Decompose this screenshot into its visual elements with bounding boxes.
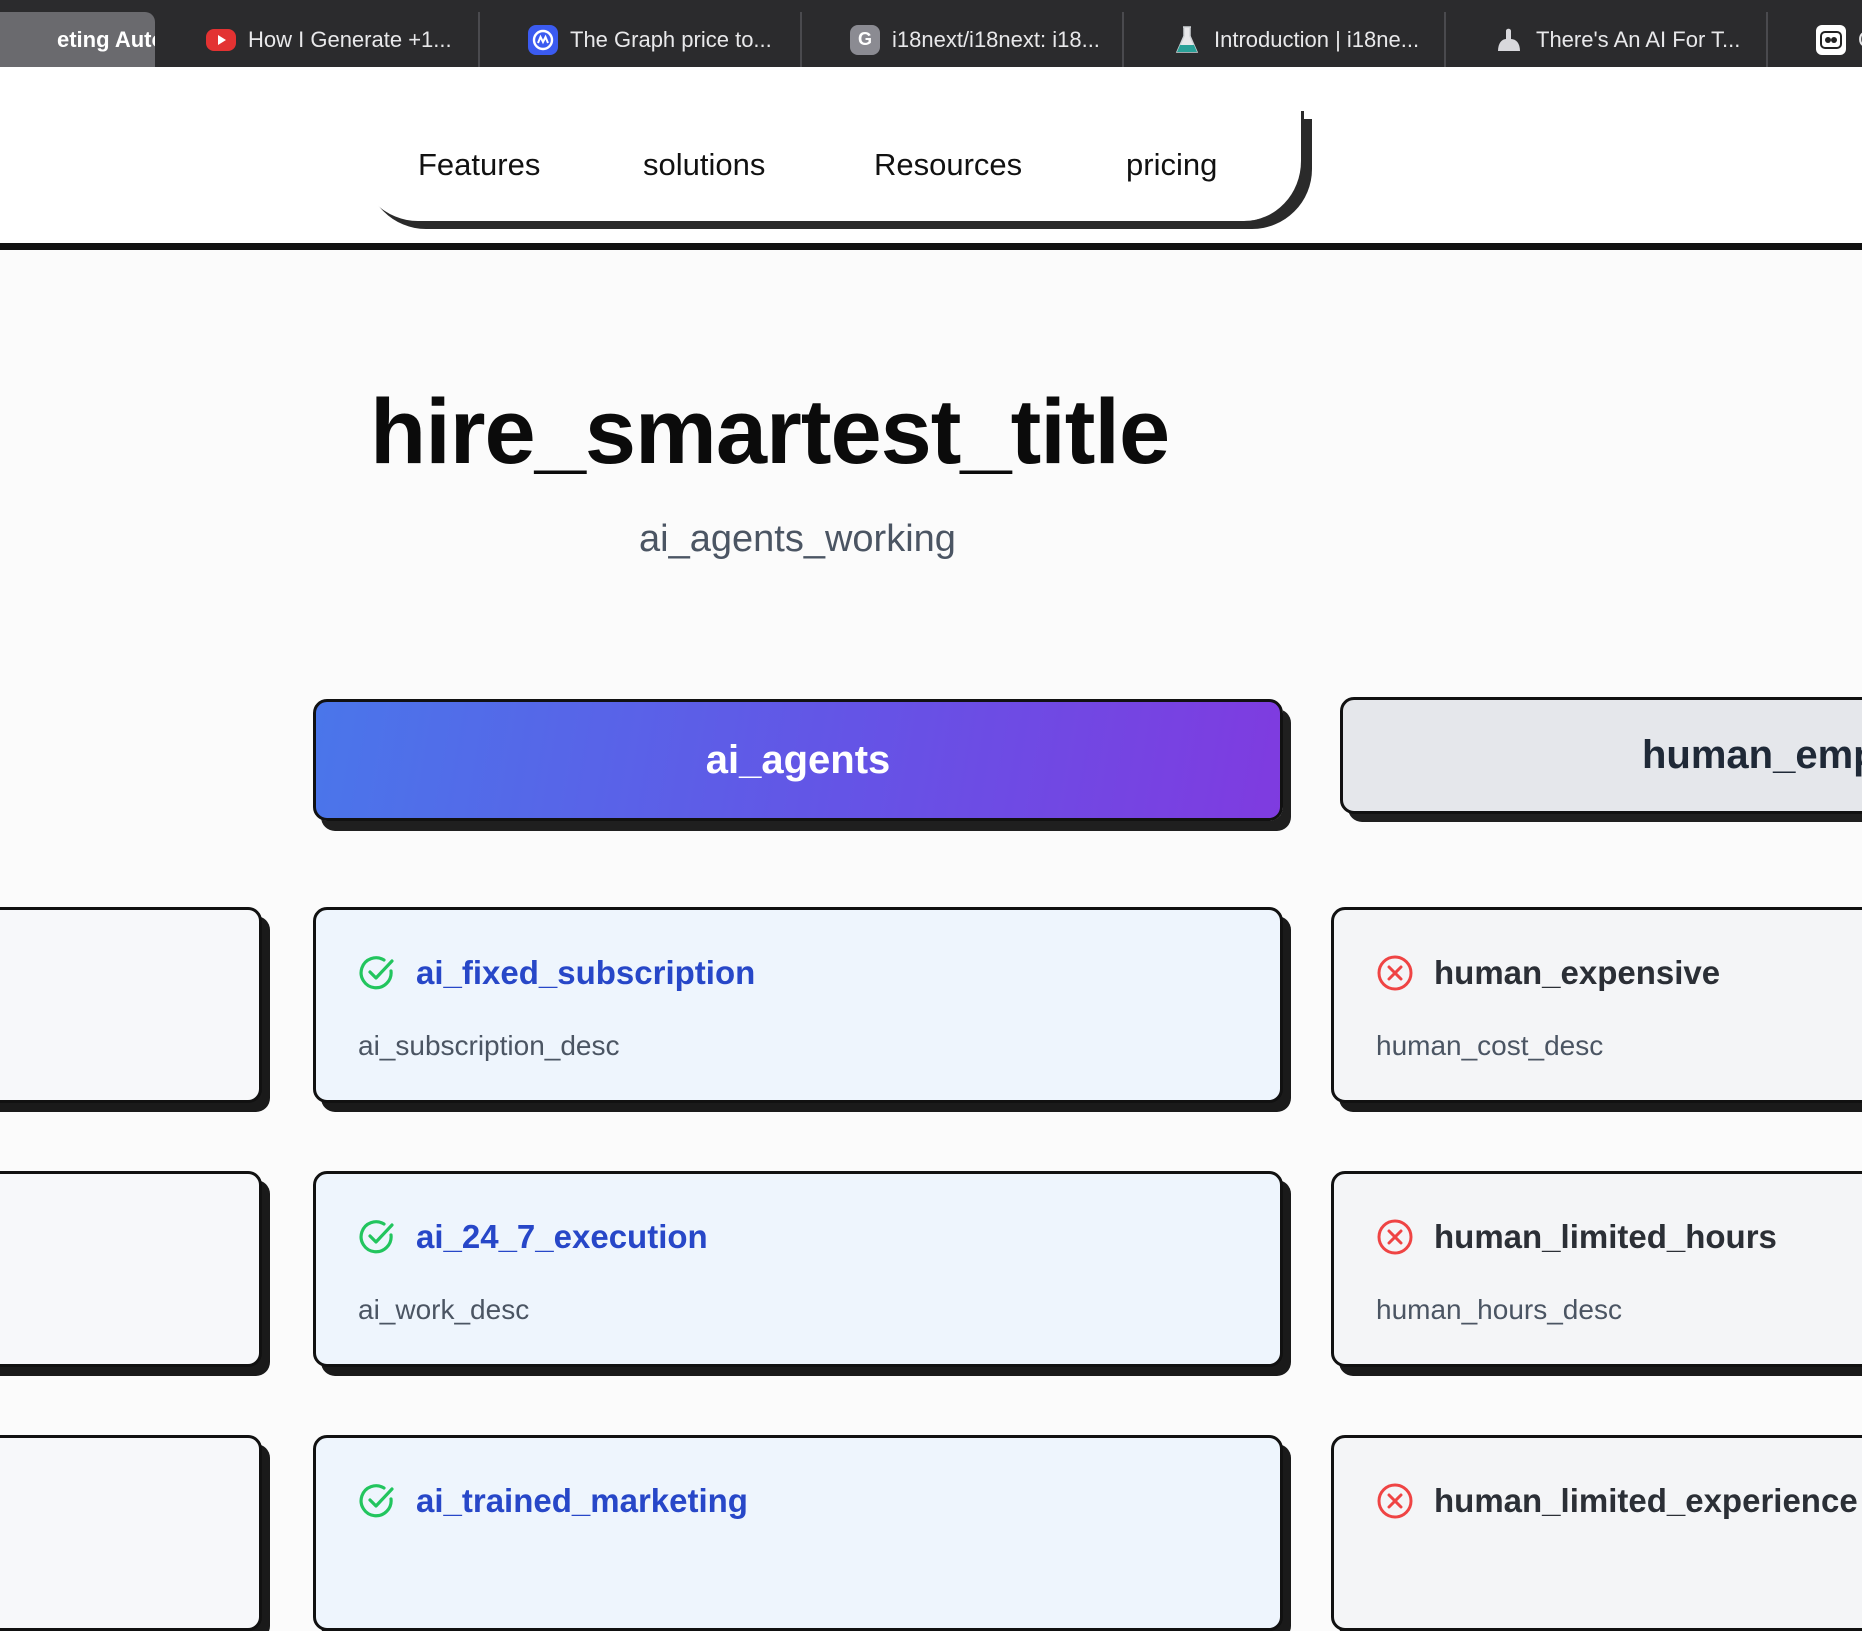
browser-tab-ai[interactable]: There's An AI For T... <box>1446 12 1768 67</box>
ai-agents-column-header[interactable]: ai_agents <box>313 699 1283 821</box>
tab-title: Introduction | i18ne... <box>1214 26 1420 52</box>
left-card <box>0 1171 262 1367</box>
human-feature-card: human_limited_experience <box>1331 1435 1862 1631</box>
card-description: ai_work_desc <box>358 1294 530 1325</box>
browser-tab-github[interactable]: G i18next/i18next: i18... <box>802 12 1124 67</box>
ai-feature-card: ai_fixed_subscription ai_subscription_de… <box>313 907 1283 1103</box>
card-description: human_hours_desc <box>1376 1294 1622 1325</box>
nav-solutions[interactable]: solutions <box>643 147 765 183</box>
check-circle-icon <box>358 1218 396 1256</box>
human-feature-card: human_expensive human_cost_desc <box>1331 907 1862 1103</box>
browser-tab-last[interactable]: C <box>1768 12 1862 67</box>
human-employees-column-header[interactable]: human_emp <box>1340 697 1862 814</box>
youtube-icon <box>206 28 236 51</box>
browser-tab-strip: eting Auto... How I Generate +1... The G… <box>0 0 1862 67</box>
site-header: Features solutions Resources pricing <box>0 67 1862 250</box>
card-title: ai_24_7_execution <box>416 1218 708 1255</box>
tab-title: eting Auto... <box>57 26 155 52</box>
arm-icon <box>1494 25 1524 55</box>
nav-features[interactable]: Features <box>418 147 540 183</box>
coinmarketcap-icon <box>528 24 558 55</box>
human-employees-label: human_emp <box>1642 733 1862 777</box>
main-nav: Features solutions Resources pricing <box>358 111 1304 221</box>
check-circle-icon <box>358 954 396 992</box>
page-title: hire_smartest_title <box>370 381 1170 483</box>
browser-tab-intro[interactable]: Introduction | i18ne... <box>1124 12 1446 67</box>
github-icon: G <box>850 24 880 55</box>
tab-title: How I Generate +1... <box>248 26 452 52</box>
nav-pricing[interactable]: pricing <box>1126 147 1217 183</box>
browser-tab-active[interactable]: eting Auto... <box>0 12 155 67</box>
card-title: human_limited_hours <box>1434 1218 1777 1255</box>
ai-agents-label: ai_agents <box>705 737 891 782</box>
browser-tab-graph[interactable]: The Graph price to... <box>480 12 802 67</box>
human-feature-card: human_limited_hours human_hours_desc <box>1331 1171 1862 1367</box>
left-card <box>0 1435 262 1631</box>
tab-title: C <box>1858 27 1862 53</box>
ai-feature-card: ai_24_7_execution ai_work_desc <box>313 1171 1283 1367</box>
browser-tab-youtube[interactable]: How I Generate +1... <box>158 12 480 67</box>
tab-title: There's An AI For T... <box>1536 26 1741 52</box>
x-circle-icon <box>1376 1482 1414 1520</box>
nav-resources[interactable]: Resources <box>874 147 1022 183</box>
ai-feature-card: ai_trained_marketing <box>313 1435 1283 1631</box>
card-title: human_limited_experience <box>1434 1482 1858 1519</box>
app-icon <box>1816 24 1846 55</box>
card-title: ai_trained_marketing <box>416 1482 748 1519</box>
left-card <box>0 907 262 1103</box>
card-description: human_cost_desc <box>1376 1030 1604 1061</box>
x-circle-icon <box>1376 954 1414 992</box>
check-circle-icon <box>358 1482 396 1520</box>
tab-title: i18next/i18next: i18... <box>892 26 1100 52</box>
page-subtitle: ai_agents_working <box>639 518 956 560</box>
x-circle-icon <box>1376 1218 1414 1256</box>
tab-title: The Graph price to... <box>570 26 772 52</box>
card-title: human_expensive <box>1434 954 1721 991</box>
card-title: ai_fixed_subscription <box>416 954 756 991</box>
flask-icon <box>1172 25 1202 55</box>
card-description: ai_subscription_desc <box>358 1030 620 1061</box>
